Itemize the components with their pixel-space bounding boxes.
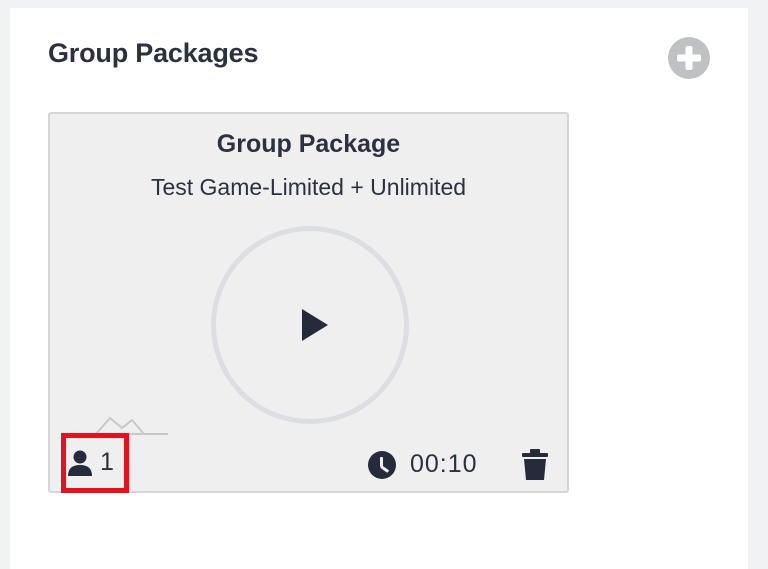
highlight-box [61,433,129,493]
play-button[interactable] [211,226,409,424]
clock-icon [368,450,396,479]
package-title: Group Package [216,130,401,158]
panel-title: Group Packages [48,38,259,68]
play-icon [302,309,328,341]
delete-button[interactable] [520,449,550,481]
package-subtitle: Test Game-Limited + Unlimited [150,174,467,200]
add-package-button[interactable] [668,37,710,79]
duration-value: 00:10 [410,450,478,478]
trash-icon [522,449,548,480]
duration-info: 00:10 [368,450,478,479]
group-packages-panel: Group Packages Group Package Test Game-L… [10,8,748,569]
package-card[interactable]: Group Package Test Game-Limited + Unlimi… [48,112,569,493]
